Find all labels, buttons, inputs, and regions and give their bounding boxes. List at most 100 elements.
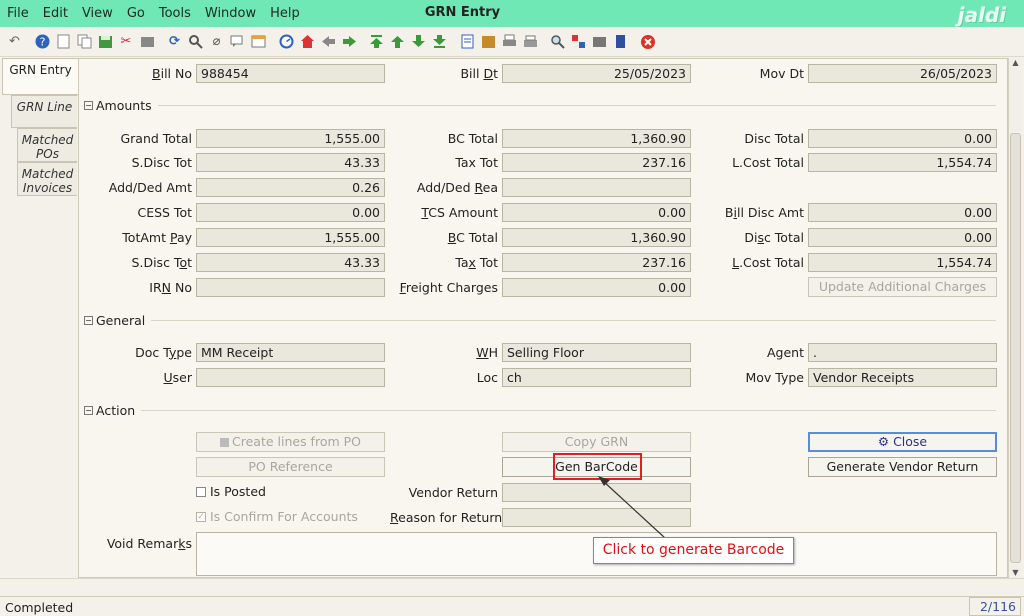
- sdisc-tot-field[interactable]: 43.33: [196, 152, 385, 172]
- create-lines-from-po-button[interactable]: Create lines from PO: [196, 432, 385, 452]
- menu-tools[interactable]: Tools: [152, 6, 198, 21]
- first-record-icon[interactable]: [369, 34, 385, 50]
- menu-help[interactable]: Help: [263, 6, 307, 21]
- tab-matched-invoices[interactable]: Matched Invoices: [17, 162, 77, 196]
- bc-total2-field[interactable]: 1,360.90: [502, 227, 691, 247]
- tcs-amount-field[interactable]: 0.00: [502, 202, 691, 222]
- delete-icon[interactable]: ✂: [118, 34, 134, 50]
- collapse-icon[interactable]: −: [84, 405, 93, 415]
- find-icon[interactable]: [188, 34, 204, 50]
- menu-go[interactable]: Go: [120, 6, 152, 21]
- print-preview-icon[interactable]: [139, 34, 155, 50]
- freight-charges-label: Freight Charges: [399, 279, 498, 295]
- toolbar: ↶ ? ✂ ⟳ ⌀: [0, 27, 1024, 57]
- back-icon[interactable]: [320, 34, 336, 50]
- print-icon[interactable]: [501, 34, 517, 50]
- previous-record-icon[interactable]: [390, 34, 406, 50]
- tax-tot2-field[interactable]: 237.16: [502, 252, 691, 272]
- detail-icon[interactable]: [459, 34, 475, 50]
- menu-edit[interactable]: Edit: [36, 6, 75, 21]
- mov-type-field[interactable]: Vendor Receipts: [808, 367, 997, 387]
- next-record-icon[interactable]: [411, 34, 427, 50]
- help-icon[interactable]: ?: [34, 34, 50, 50]
- grand-total-field[interactable]: 1,555.00: [196, 128, 385, 148]
- tab-matched-pos[interactable]: Matched POs: [17, 128, 77, 162]
- user-field[interactable]: [196, 367, 385, 387]
- history-icon[interactable]: [251, 34, 267, 50]
- is-confirm-label: Is Confirm For Accounts: [210, 509, 358, 524]
- tax-tot-field[interactable]: 237.16: [502, 152, 691, 172]
- vendor-return-label: Vendor Return: [408, 484, 498, 500]
- collapse-icon[interactable]: −: [84, 100, 93, 110]
- bill-dt-field[interactable]: 25/05/2023: [502, 63, 691, 83]
- vertical-scrollbar[interactable]: ▲ ▼: [1008, 58, 1021, 578]
- print-setup-icon[interactable]: [522, 34, 538, 50]
- agent-field[interactable]: .: [808, 342, 997, 362]
- report-icon[interactable]: [278, 34, 294, 50]
- refresh-icon[interactable]: ⟳: [167, 34, 183, 50]
- tab-grn-entry[interactable]: GRN Entry: [2, 58, 78, 95]
- lcost-total-field[interactable]: 1,554.74: [808, 152, 997, 172]
- vendor-return-field[interactable]: [502, 482, 691, 502]
- add-ded-rea-field[interactable]: [502, 177, 691, 197]
- cess-tot-field[interactable]: 0.00: [196, 202, 385, 222]
- undo-icon[interactable]: ↶: [7, 34, 23, 50]
- close-button[interactable]: ⚙ Close: [808, 432, 997, 452]
- irn-no-field[interactable]: [196, 277, 385, 297]
- new-record-icon[interactable]: [55, 34, 71, 50]
- lcost-total2-field[interactable]: 1,554.74: [808, 252, 997, 272]
- amounts-section-header[interactable]: − Amounts: [84, 95, 996, 115]
- menu-view[interactable]: View: [75, 6, 120, 21]
- is-posted-checkbox[interactable]: Is Posted: [196, 484, 266, 499]
- scroll-down-icon[interactable]: ▼: [1010, 568, 1021, 578]
- request-icon[interactable]: [592, 34, 608, 50]
- tab-grn-line[interactable]: GRN Line: [11, 95, 77, 128]
- scrollbar-thumb[interactable]: [1010, 133, 1021, 563]
- chat-icon[interactable]: [230, 34, 246, 50]
- action-section-header[interactable]: − Action: [84, 400, 996, 420]
- zoom-icon[interactable]: [550, 34, 566, 50]
- bc-total-field[interactable]: 1,360.90: [502, 128, 691, 148]
- home-icon[interactable]: [299, 34, 315, 50]
- menu-window[interactable]: Window: [198, 6, 263, 21]
- highlight-box: [553, 453, 642, 480]
- sdisc-tot2-field[interactable]: 43.33: [196, 252, 385, 272]
- exit-icon[interactable]: [640, 34, 656, 50]
- bill-disc-amt-field[interactable]: 0.00: [808, 202, 997, 222]
- is-confirm-for-accounts-checkbox[interactable]: ✓ Is Confirm For Accounts: [196, 509, 358, 524]
- po-reference-button[interactable]: PO Reference: [196, 457, 385, 477]
- reason-for-return-field[interactable]: [502, 507, 691, 527]
- workflow-icon[interactable]: [571, 34, 587, 50]
- update-additional-charges-button[interactable]: Update Additional Charges: [808, 277, 997, 297]
- disc-total2-label: Disc Total: [744, 229, 804, 245]
- generate-vendor-return-button[interactable]: Generate Vendor Return: [808, 457, 997, 477]
- collapse-icon[interactable]: −: [84, 315, 93, 325]
- general-section-header[interactable]: − General: [84, 310, 996, 330]
- doc-type-field[interactable]: MM Receipt: [196, 342, 385, 362]
- mov-dt-field[interactable]: 26/05/2023: [808, 63, 997, 83]
- menu-file[interactable]: File: [0, 6, 36, 21]
- freight-charges-field[interactable]: 0.00: [502, 277, 691, 297]
- copy-record-icon[interactable]: [76, 34, 92, 50]
- disc-total-field[interactable]: 0.00: [808, 128, 997, 148]
- bill-no-field[interactable]: 988454: [196, 63, 385, 83]
- sdisc-tot2-label: S.Disc Tot: [131, 254, 192, 270]
- loc-field[interactable]: ch: [502, 367, 691, 387]
- totamt-pay-field[interactable]: 1,555.00: [196, 227, 385, 247]
- menu-bar: File Edit View Go Tools Window Help: [0, 0, 1024, 27]
- forward-icon[interactable]: [341, 34, 357, 50]
- record-counter[interactable]: 2/116: [969, 597, 1021, 616]
- last-record-icon[interactable]: [432, 34, 448, 50]
- attachment-icon[interactable]: ⌀: [209, 34, 225, 50]
- disc-total2-field[interactable]: 0.00: [808, 227, 997, 247]
- wh-field[interactable]: Selling Floor: [502, 342, 691, 362]
- copy-grn-button[interactable]: Copy GRN: [502, 432, 691, 452]
- totamt-pay-label: TotAmt Pay: [122, 229, 192, 245]
- add-ded-amt-field[interactable]: 0.26: [196, 177, 385, 197]
- archive-icon[interactable]: [480, 34, 496, 50]
- save-icon[interactable]: [97, 34, 113, 50]
- doc-type-label: Doc Type: [135, 344, 192, 360]
- bc-total2-label: BC Total: [447, 229, 498, 245]
- scroll-up-icon[interactable]: ▲: [1010, 58, 1021, 68]
- product-info-icon[interactable]: [613, 34, 629, 50]
